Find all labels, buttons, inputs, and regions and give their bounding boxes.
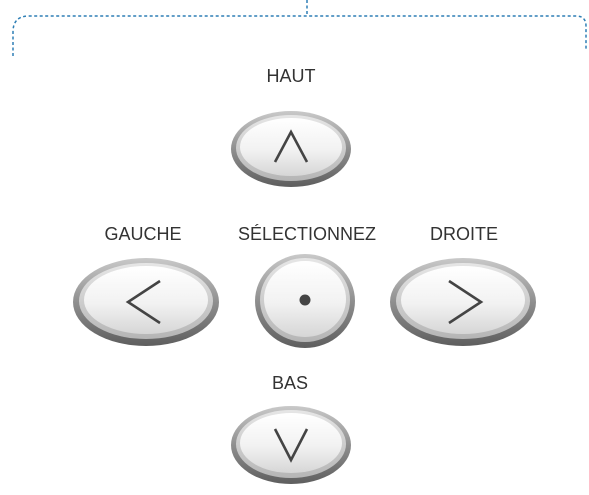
right-button[interactable] — [389, 257, 537, 347]
left-button[interactable] — [72, 257, 220, 347]
label-select: SÉLECTIONNEZ — [237, 224, 377, 244]
label-up: HAUT — [266, 66, 316, 86]
label-down: BAS — [271, 373, 309, 393]
down-button[interactable] — [230, 405, 352, 485]
dashed-bracket — [12, 0, 587, 56]
label-left: GAUCHE — [104, 224, 182, 244]
up-button[interactable] — [230, 110, 352, 188]
dot-icon — [299, 294, 311, 306]
label-right: DROITE — [429, 224, 499, 244]
select-button[interactable] — [254, 253, 356, 349]
